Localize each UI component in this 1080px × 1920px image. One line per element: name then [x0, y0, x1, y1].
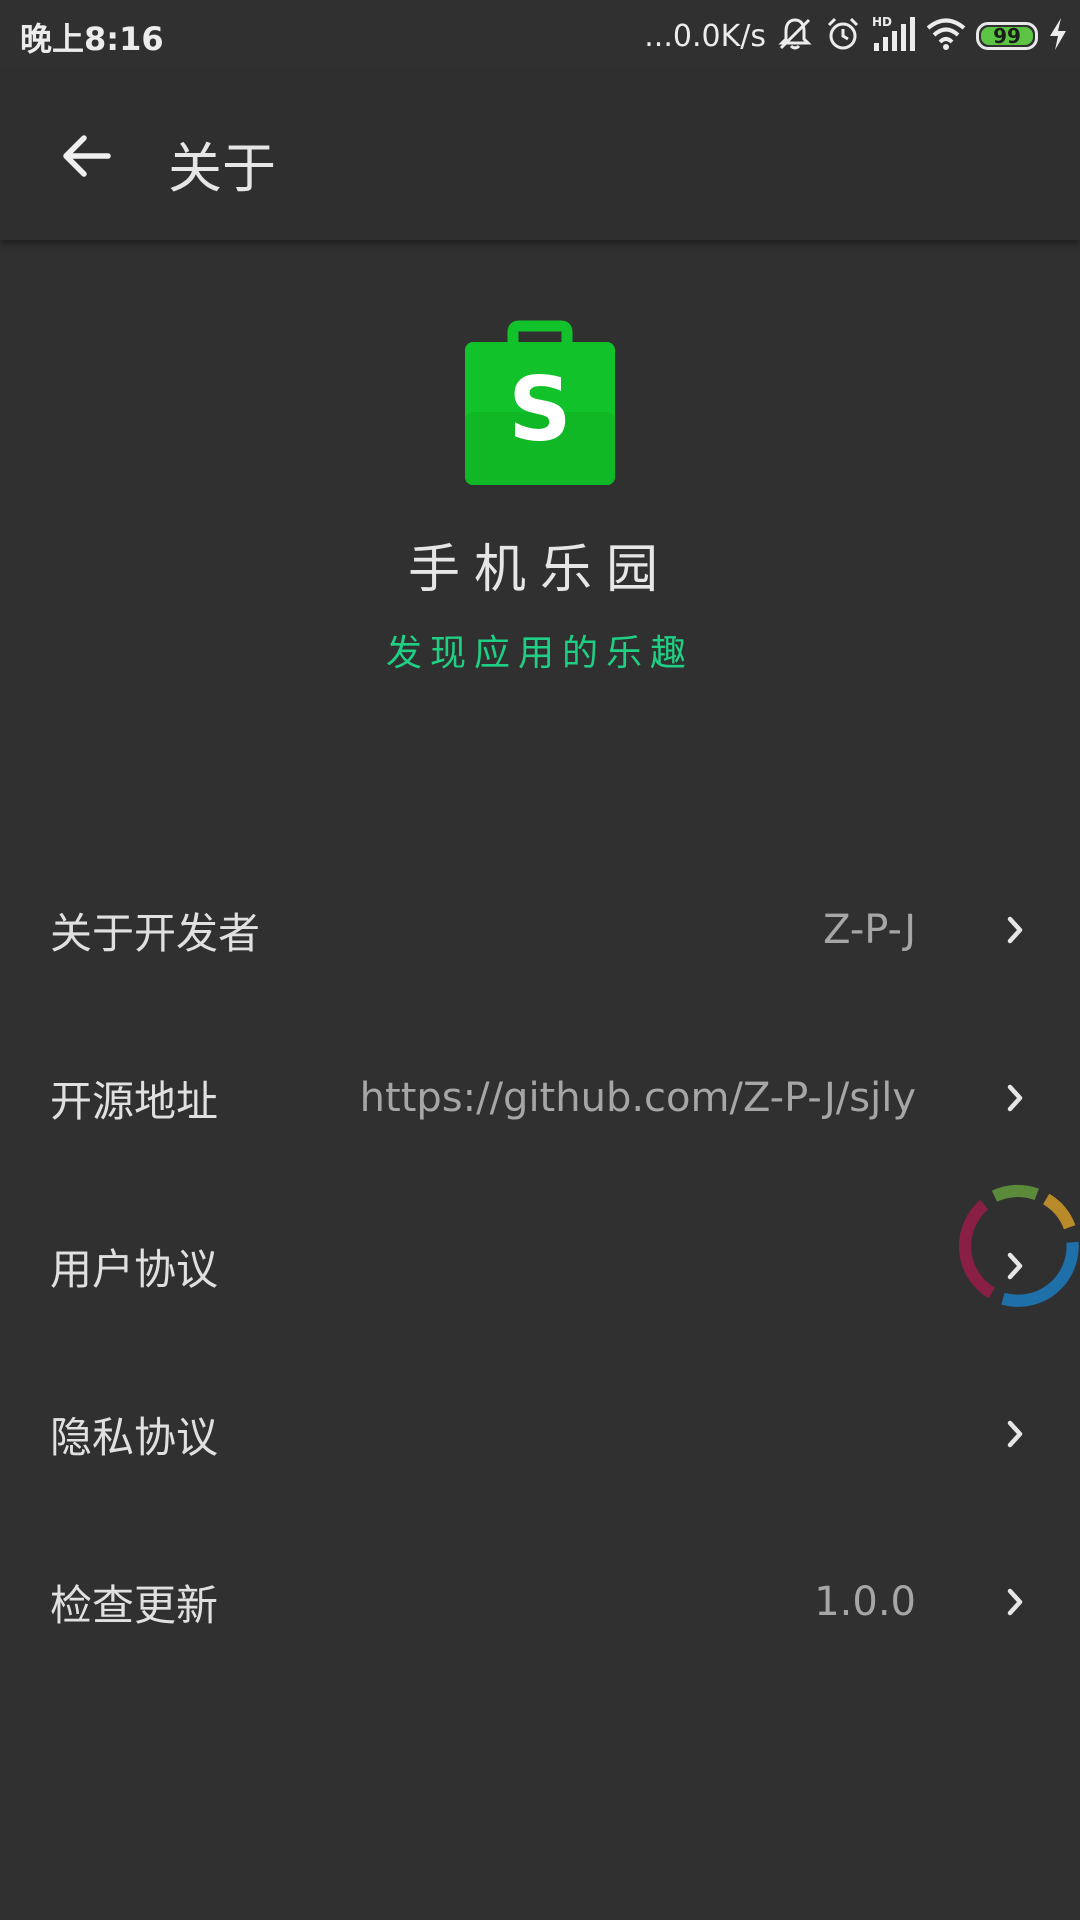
menu-item-user-agreement[interactable]: 用户协议 [0, 1182, 1080, 1350]
app-bar: 关于 [0, 72, 1080, 240]
page-title: 关于 [168, 137, 276, 200]
app-name: 手机乐园 [407, 540, 672, 600]
floating-ball-button[interactable] [956, 1180, 1080, 1312]
app-info-header: S 手机乐园 发现应用的乐趣 [0, 320, 1080, 676]
menu-item-label: 用户协议 [50, 1244, 219, 1294]
chevron-right-icon [1000, 910, 1030, 950]
menu-item-check-update[interactable]: 检查更新 1.0.0 [0, 1518, 1080, 1686]
menu-item-label: 检查更新 [50, 1580, 219, 1630]
mute-bell-icon [776, 15, 814, 57]
menu-item-label: 开源地址 [50, 1076, 219, 1126]
status-bar: 晚上8:16 ...0.0K/s HD 99 [0, 0, 1080, 72]
chevron-right-icon [1000, 1582, 1030, 1622]
menu-item-label: 隐私协议 [50, 1412, 219, 1462]
menu-item-value: Z-P-J [823, 907, 916, 953]
menu-item-about-developer[interactable]: 关于开发者 Z-P-J [0, 846, 1080, 1014]
app-slogan: 发现应用的乐趣 [385, 633, 694, 674]
back-button[interactable] [50, 120, 122, 192]
about-menu-list: 关于开发者 Z-P-J 开源地址 https://github.com/Z-P-… [0, 846, 1080, 1686]
chevron-right-icon [1000, 1414, 1030, 1454]
menu-item-value: 1.0.0 [814, 1579, 916, 1625]
alarm-icon [824, 15, 862, 57]
status-time: 晚上8:16 [20, 20, 164, 58]
battery-level: 99 [993, 24, 1021, 48]
signal-icon: HD [872, 15, 916, 57]
network-badge: HD [872, 15, 892, 29]
arrow-left-icon [63, 135, 111, 177]
menu-item-source-url[interactable]: 开源地址 https://github.com/Z-P-J/sjly [0, 1014, 1080, 1182]
menu-item-privacy-policy[interactable]: 隐私协议 [0, 1350, 1080, 1518]
wifi-icon [926, 17, 966, 55]
charging-icon [1048, 17, 1068, 55]
network-speed: ...0.0K/s [644, 18, 766, 54]
logo-letter: S [508, 358, 571, 461]
loading-ring-icon [958, 1184, 1079, 1307]
menu-item-label: 关于开发者 [50, 908, 261, 958]
menu-item-value: https://github.com/Z-P-J/sjly [359, 1075, 916, 1121]
status-icons: ...0.0K/s HD 99 [644, 14, 1068, 58]
shopping-bag-logo-icon: S [465, 320, 615, 485]
battery-icon: 99 [976, 22, 1038, 50]
chevron-right-icon [1000, 1078, 1030, 1118]
